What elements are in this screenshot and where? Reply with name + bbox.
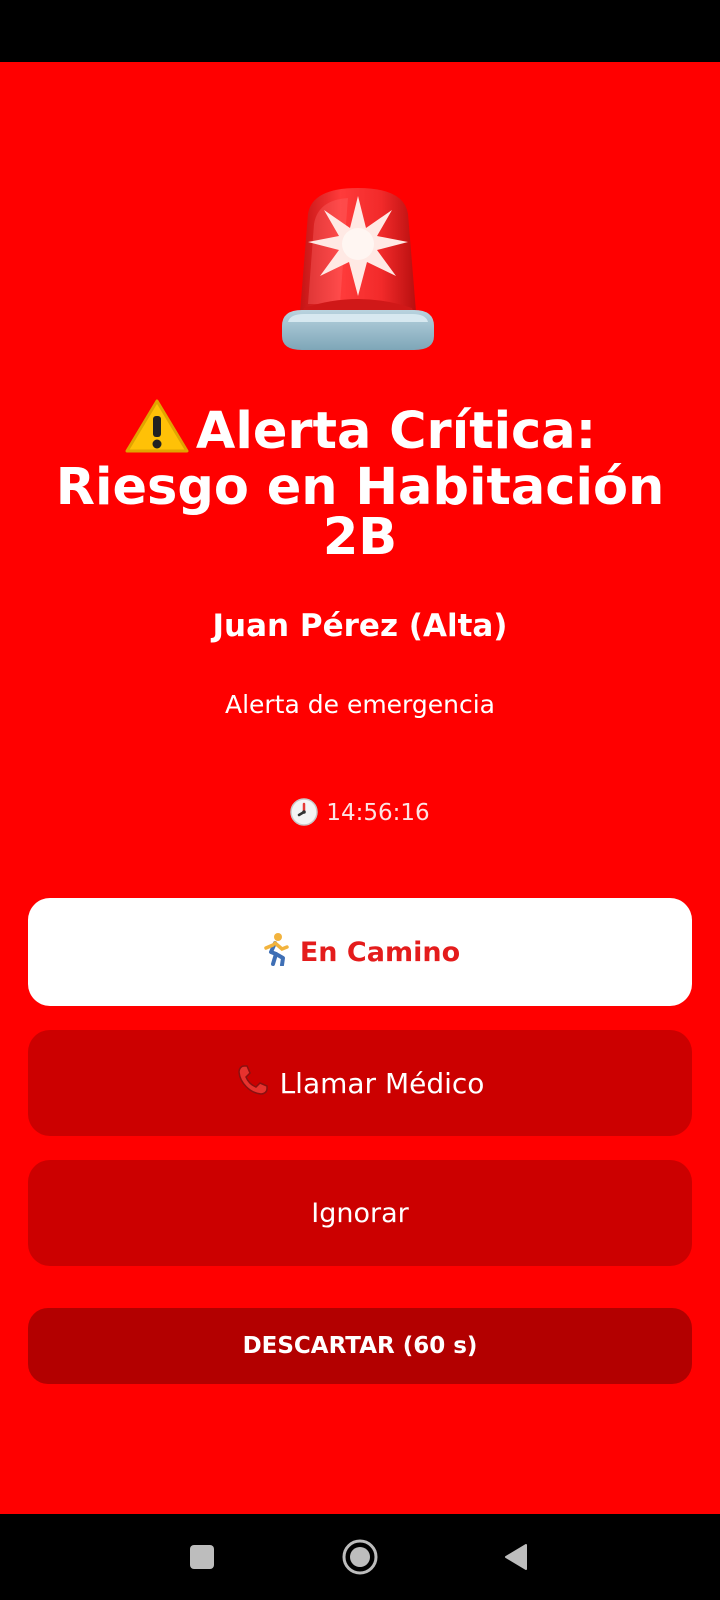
patient-name: Juan Pérez (Alta) [212, 608, 508, 644]
telephone-icon [236, 1063, 270, 1104]
police-siren-icon [282, 188, 434, 350]
alert-time-row: 14:56:16 [0, 798, 720, 832]
en-camino-label: En Camino [299, 936, 461, 968]
recent-apps-square-icon[interactable] [180, 1535, 224, 1579]
home-circle-icon[interactable] [338, 1535, 382, 1579]
ignorar-button[interactable]: Ignorar [28, 1160, 692, 1266]
status-bar [0, 0, 720, 62]
alert-time: 14:56:16 [326, 800, 430, 826]
running-person-icon [260, 932, 290, 973]
llamar-medico-button[interactable]: Llamar Médico [28, 1030, 692, 1136]
descartar-label: DESCARTAR (60 s) [242, 1333, 478, 1359]
ignorar-label: Ignorar [311, 1197, 409, 1229]
system-navigation-bar [0, 1514, 720, 1600]
back-triangle-icon[interactable] [494, 1535, 538, 1579]
clock-icon [290, 798, 319, 832]
alert-title: Alerta Crítica: Riesgo en Habitación 2B [20, 398, 700, 563]
descartar-button[interactable]: DESCARTAR (60 s) [28, 1308, 692, 1384]
warning-icon [124, 398, 190, 463]
alert-type: Alerta de emergencia [224, 690, 496, 719]
alert-screen: Alerta Crítica: Riesgo en Habitación 2B … [0, 62, 720, 1514]
llamar-medico-label: Llamar Médico [279, 1066, 485, 1100]
en-camino-button[interactable]: En Camino [28, 898, 692, 1006]
